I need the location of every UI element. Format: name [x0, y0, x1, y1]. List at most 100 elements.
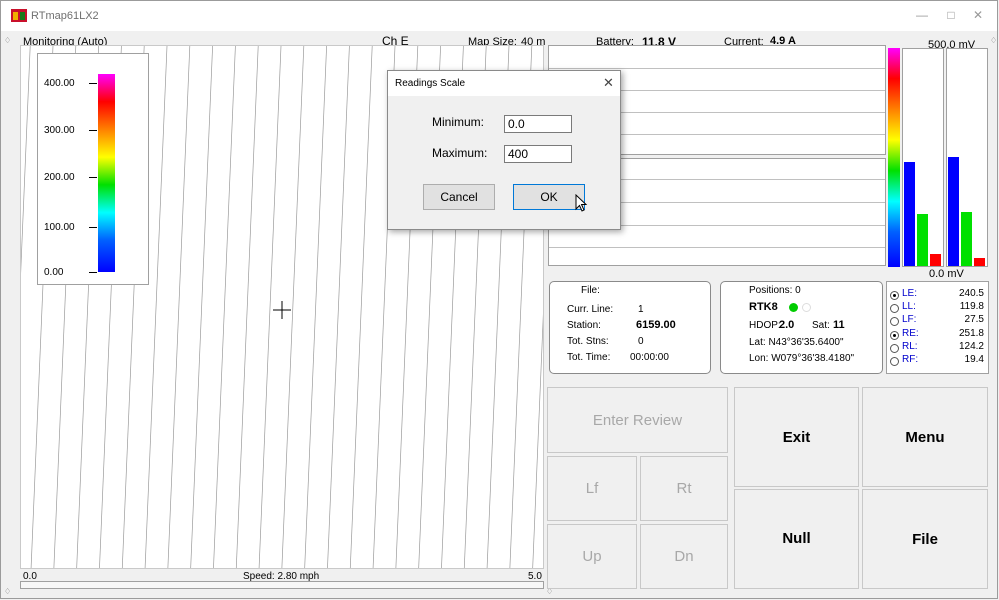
minimize-icon[interactable]: —: [909, 8, 935, 24]
reading-bar: [948, 157, 959, 266]
file-info-box: File: Curr. Line: 1 Station: 6159.00 Tot…: [549, 281, 711, 374]
window-title: RTmap61LX2: [31, 10, 99, 22]
readings-scale-dialog: Readings Scale ✕ Minimum: Maximum: Cance…: [387, 70, 621, 230]
file-label: File:: [581, 285, 600, 296]
color-scale-legend[interactable]: 400.00 300.00 200.00 100.00 0.00: [37, 53, 149, 285]
reading-radio-ll[interactable]: [890, 304, 899, 313]
bar-graph-right: [946, 48, 988, 267]
legend-tick: [89, 177, 97, 178]
reading-label-lf: LF:: [902, 314, 917, 325]
reading-label-rl: RL:: [902, 341, 918, 352]
reading-value-le: 240.5: [958, 288, 984, 299]
tot-time-label: Tot. Time:: [567, 352, 611, 363]
dialog-title: Readings Scale: [395, 78, 466, 89]
hdop-value: 2.0: [779, 319, 795, 331]
dialog-close-icon[interactable]: ✕: [603, 75, 614, 91]
survey-line: [190, 46, 213, 568]
grid-line: [549, 68, 885, 69]
distance-scrollbar[interactable]: [20, 581, 544, 589]
tot-stns-value: 0: [638, 336, 644, 347]
readings-box: LE: 240.5 LL: 119.8 LF: 27.5 RE: 251.8 R…: [886, 281, 989, 374]
color-gradient-bar: [98, 74, 115, 272]
null-button[interactable]: Null: [734, 489, 859, 589]
tot-stns-label: Tot. Stns:: [567, 336, 609, 347]
legend-tick: [89, 130, 97, 131]
gps-secondary-indicator: [802, 303, 811, 312]
reading-value-rl: 124.2: [958, 341, 984, 352]
survey-line: [167, 46, 191, 568]
survey-line: [304, 46, 327, 568]
up-button[interactable]: Up: [547, 524, 637, 589]
minimum-label: Minimum:: [432, 115, 485, 129]
survey-line: [21, 46, 31, 274]
bar-graph-left: [902, 48, 944, 267]
reading-bar: [904, 162, 915, 266]
left-button[interactable]: Lf: [547, 456, 637, 521]
mouse-cursor-icon: [575, 194, 588, 212]
sat-value: 11: [833, 319, 845, 331]
minimum-input[interactable]: [504, 115, 572, 133]
station-label: Station:: [567, 320, 601, 331]
reading-value-ll: 119.8: [959, 301, 984, 312]
dialog-title-bar: Readings Scale ✕: [388, 71, 620, 96]
gps-mode: RTK8: [749, 301, 778, 313]
curr-line-value: 1: [638, 304, 644, 315]
resize-handle-icon: ♢: [4, 36, 12, 45]
reading-radio-lf[interactable]: [890, 317, 899, 326]
down-button[interactable]: Dn: [640, 524, 728, 589]
sat-label: Sat:: [812, 320, 830, 331]
resize-handle-icon: ♢: [4, 587, 12, 596]
mv-color-strip: [888, 48, 900, 267]
longitude: Lon: W079°36'38.4180": [749, 353, 855, 364]
reading-radio-re[interactable]: [890, 331, 899, 340]
curr-line-label: Curr. Line:: [567, 304, 614, 315]
title-bar: RTmap61LX2 — □ ✕: [1, 1, 997, 31]
mv-min-label: 0.0 mV: [929, 268, 964, 280]
latitude: Lat: N43°36'35.6400": [749, 337, 844, 348]
legend-tick: [89, 83, 97, 84]
legend-label: 300.00: [44, 125, 75, 136]
close-icon[interactable]: ✕: [965, 8, 991, 24]
reading-bar: [917, 214, 928, 266]
enter-review-button[interactable]: Enter Review: [547, 387, 728, 453]
reading-bar: [961, 212, 972, 266]
grid-line: [549, 247, 885, 248]
reading-radio-le[interactable]: [890, 291, 899, 300]
gps-info-box: Positions: 0 RTK8 HDOP: 2.0 Sat: 11 Lat:…: [720, 281, 883, 374]
exit-button[interactable]: Exit: [734, 387, 859, 487]
gps-status-indicator: [789, 303, 798, 312]
cancel-button[interactable]: Cancel: [423, 184, 495, 210]
menu-button[interactable]: Menu: [862, 387, 988, 487]
hdop-label: HDOP:: [749, 320, 781, 331]
legend-label: 200.00: [44, 172, 75, 183]
file-button[interactable]: File: [862, 489, 988, 589]
crosshair-icon: [273, 301, 291, 319]
survey-line: [213, 46, 236, 568]
maximize-icon[interactable]: □: [938, 8, 964, 24]
reading-bar: [930, 254, 941, 266]
positions-label: Positions: 0: [749, 285, 801, 296]
reading-value-re: 251.8: [958, 328, 984, 339]
reading-value-rf: 19.4: [964, 354, 984, 365]
maximum-input[interactable]: [504, 145, 572, 163]
reading-radio-rl[interactable]: [890, 344, 899, 353]
right-button[interactable]: Rt: [640, 456, 728, 521]
survey-line: [235, 46, 259, 568]
reading-label-ll: LL:: [902, 301, 916, 312]
reading-radio-rf[interactable]: [890, 357, 899, 366]
resize-handle-icon: ♢: [990, 36, 998, 45]
survey-line: [327, 46, 350, 568]
legend-tick: [89, 272, 97, 273]
reading-value-lf: 27.5: [964, 314, 984, 325]
maximum-label: Maximum:: [432, 146, 488, 160]
survey-line: [349, 46, 373, 568]
tot-time-value: 00:00:00: [630, 352, 669, 363]
reading-label-re: RE:: [902, 328, 919, 339]
reading-bar: [974, 258, 985, 266]
legend-tick: [89, 227, 97, 228]
app-logo-icon: [11, 9, 27, 22]
legend-label: 0.00: [44, 267, 64, 278]
reading-label-rf: RF:: [902, 354, 919, 365]
station-value: 6159.00: [636, 319, 676, 331]
reading-label-le: LE:: [902, 288, 918, 299]
